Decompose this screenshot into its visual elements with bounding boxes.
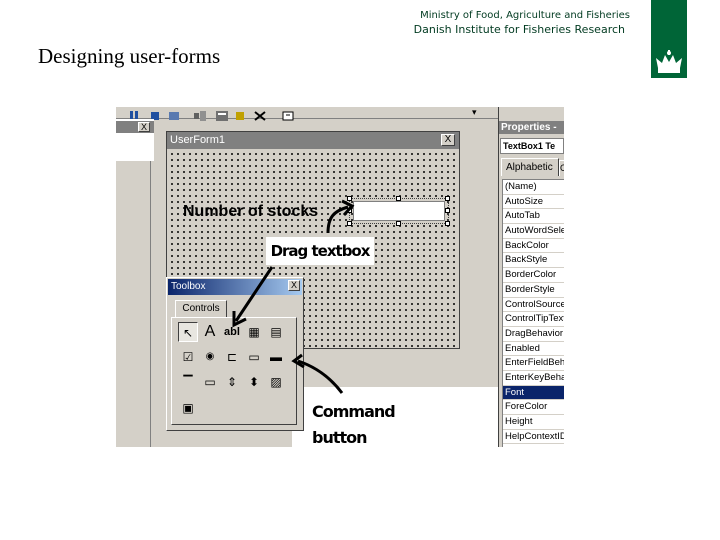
arrow-to-command-button — [291, 353, 344, 394]
logo-block — [651, 0, 687, 78]
object-selector[interactable]: TextBox1 Te — [500, 138, 564, 154]
institute-name: Danish Institute for Fisheries Research — [413, 23, 625, 36]
annotation-arrows — [232, 199, 355, 394]
crown-icon — [656, 50, 682, 73]
property-row[interactable]: Enabled — [503, 342, 564, 357]
tab-alphabetic[interactable]: Alphabetic — [501, 158, 559, 176]
property-row[interactable]: EnterKeyBehavior — [503, 371, 564, 386]
properties-panel: Properties - TextBox1 Te Alphabetic C (N… — [498, 107, 564, 447]
property-row[interactable]: BackColor — [503, 239, 564, 254]
arrow-to-toolbox-textbox — [232, 266, 274, 328]
property-row[interactable]: ControlTipText — [503, 312, 564, 327]
property-row[interactable]: ForeColor — [503, 400, 564, 415]
vbe-screenshot: ▾ X UserForm1 X Number of stocks Toolbox… — [116, 107, 564, 447]
property-row[interactable]: ControlSource — [503, 298, 564, 313]
property-row[interactable]: HelpContextID — [503, 430, 564, 445]
property-row[interactable]: AutoWordSelect — [503, 224, 564, 239]
property-row[interactable]: BackStyle — [503, 253, 564, 269]
property-row[interactable]: AutoSize — [503, 195, 564, 210]
property-row[interactable]: BorderStyle — [503, 283, 564, 298]
properties-title: Properties - — [499, 121, 564, 134]
properties-list: (Name) AutoSize AutoTab AutoWordSelect B… — [502, 179, 564, 447]
slide-title: Designing user-forms — [38, 44, 221, 68]
property-row[interactable]: AutoTab — [503, 209, 564, 225]
arrow-to-textbox — [326, 199, 355, 234]
property-row-selected[interactable]: Font — [503, 385, 564, 401]
property-row[interactable]: DragBehavior — [503, 327, 564, 342]
property-row[interactable]: BorderColor — [503, 268, 564, 283]
ministry-name: Ministry of Food, Agriculture and Fisher… — [420, 10, 630, 21]
property-row[interactable]: (Name) — [503, 180, 564, 195]
tab-categorized[interactable]: C — [559, 160, 564, 176]
property-row[interactable]: Height — [503, 415, 564, 430]
property-row[interactable]: EnterFieldBehavior — [503, 356, 564, 371]
